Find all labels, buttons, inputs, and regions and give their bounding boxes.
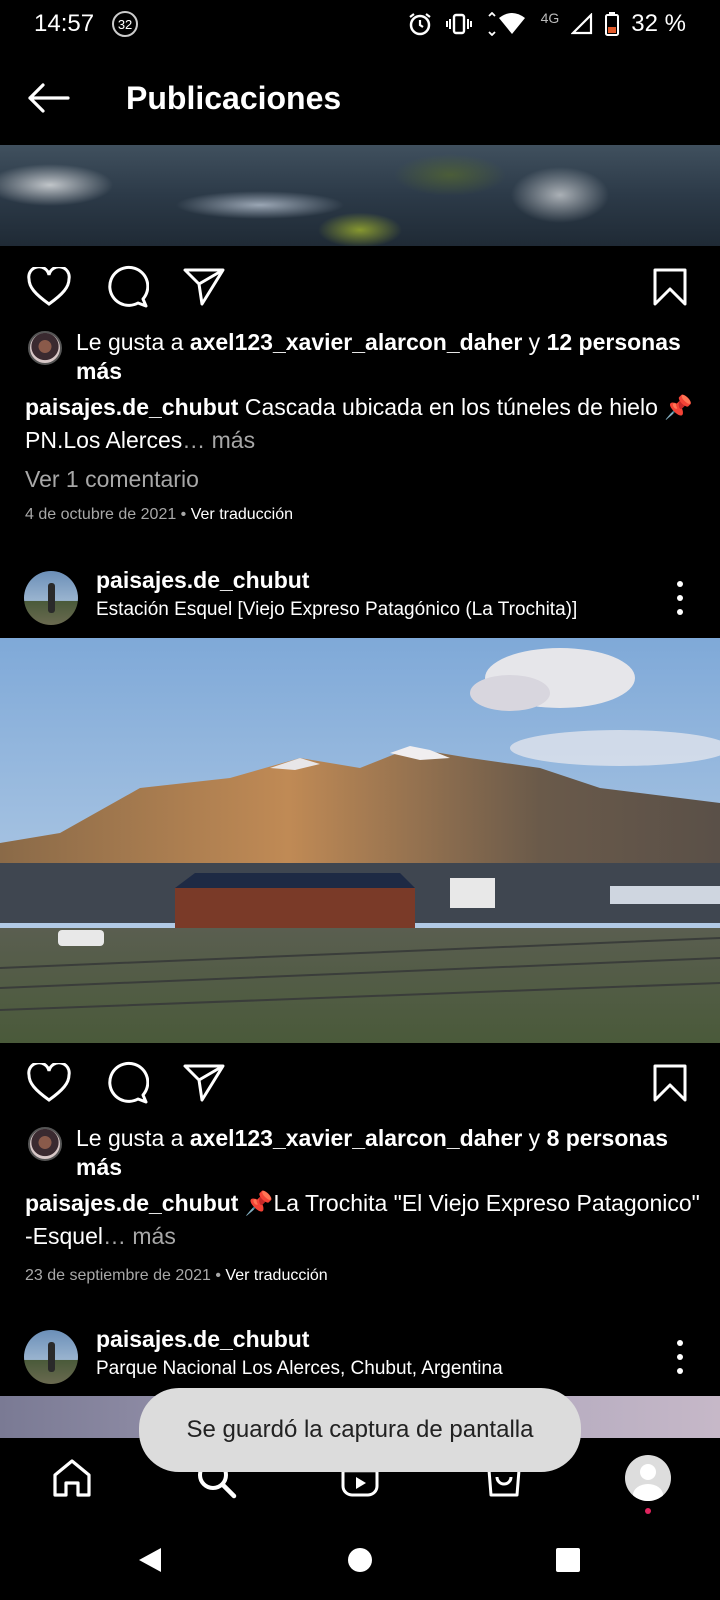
- square-recents-icon: [556, 1548, 580, 1572]
- send-icon: [183, 268, 225, 306]
- post1-likes[interactable]: Le gusta a axel123_xavier_alarcon_daher …: [28, 328, 698, 386]
- comment-bubble-icon: [108, 1061, 149, 1104]
- translate-link[interactable]: Ver traducción: [191, 506, 293, 523]
- like-button[interactable]: [27, 1061, 71, 1105]
- caption-username[interactable]: paisajes.de_chubut: [25, 1190, 238, 1216]
- screenshot-saved-toast: Se guardó la captura de pantalla: [139, 1388, 581, 1472]
- caption-more-link[interactable]: … más: [182, 427, 255, 453]
- battery-percent: 32 %: [631, 10, 686, 37]
- share-button[interactable]: [182, 1061, 226, 1105]
- profile-avatar-icon: [625, 1455, 671, 1501]
- system-recents-button[interactable]: [548, 1540, 588, 1580]
- wifi-icon: [485, 12, 529, 36]
- save-button[interactable]: [648, 265, 692, 309]
- vibrate-icon: [445, 12, 473, 36]
- post2-likes[interactable]: Le gusta a axel123_xavier_alarcon_daher …: [28, 1124, 698, 1182]
- view-comments-link[interactable]: Ver 1 comentario: [25, 466, 199, 493]
- bookmark-icon: [653, 268, 687, 306]
- system-back-button[interactable]: [130, 1540, 170, 1580]
- network-type: 4G: [540, 10, 560, 26]
- liker-username[interactable]: axel123_xavier_alarcon_daher: [190, 329, 522, 355]
- post-date: 23 de septiembre de 2021: [25, 1267, 211, 1284]
- app-header: Publicaciones: [0, 58, 720, 138]
- heart-icon: [27, 267, 71, 306]
- post-username[interactable]: paisajes.de_chubut: [96, 1326, 309, 1353]
- more-options-button[interactable]: [674, 581, 686, 615]
- post-image-esquel-station[interactable]: [0, 638, 720, 1043]
- comment-button[interactable]: [105, 1061, 149, 1105]
- post2-actions: [0, 1055, 720, 1111]
- likes-mid: y: [522, 329, 547, 355]
- separator: •: [176, 506, 191, 523]
- heart-icon: [27, 1063, 71, 1102]
- post1-actions: [0, 259, 720, 315]
- liker-avatar: [28, 1127, 62, 1161]
- post-location[interactable]: Parque Nacional Los Alerces, Chubut, Arg…: [96, 1358, 503, 1380]
- bookmark-icon: [653, 1064, 687, 1102]
- send-icon: [183, 1064, 225, 1102]
- home-icon: [53, 1459, 91, 1497]
- page-title: Publicaciones: [126, 79, 342, 116]
- post1-caption: paisajes.de_chubut Cascada ubicada en lo…: [25, 391, 705, 457]
- likes-mid: y: [522, 1125, 547, 1151]
- notification-count-badge: 32: [112, 11, 139, 37]
- liker-avatar: [28, 331, 62, 365]
- comment-button[interactable]: [105, 265, 149, 309]
- circle-home-icon: [348, 1548, 372, 1572]
- post2-caption: paisajes.de_chubut 📌La Trochita "El Viej…: [25, 1187, 705, 1253]
- likes-prefix: Le gusta a: [76, 1125, 190, 1151]
- profile-avatar[interactable]: [24, 571, 78, 625]
- profile-avatar[interactable]: [24, 1330, 78, 1384]
- separator: •: [210, 1267, 226, 1284]
- post-date: 4 de octubre de 2021: [25, 506, 177, 523]
- translate-link[interactable]: Ver traducción: [225, 1267, 327, 1284]
- status-icons: 4G 32 %: [407, 10, 686, 38]
- nav-home[interactable]: [46, 1452, 98, 1504]
- post2-date-row: 23 de septiembre de 2021 • Ver traducció…: [25, 1267, 328, 1285]
- post1-date-row: 4 de octubre de 2021 • Ver traducción: [25, 506, 293, 524]
- liker-username[interactable]: axel123_xavier_alarcon_daher: [190, 1125, 522, 1151]
- status-time: 14:57: [34, 10, 95, 37]
- battery-icon: [605, 12, 620, 36]
- nav-profile[interactable]: [622, 1452, 674, 1504]
- share-button[interactable]: [182, 265, 226, 309]
- system-home-button[interactable]: [340, 1540, 380, 1580]
- caption-more-link[interactable]: … más: [103, 1223, 176, 1249]
- comment-bubble-icon: [108, 265, 149, 308]
- like-button[interactable]: [27, 265, 71, 309]
- caption-username[interactable]: paisajes.de_chubut: [25, 394, 238, 420]
- arrow-left-icon: [28, 83, 70, 113]
- system-navigation-bar: [0, 1520, 720, 1600]
- triangle-back-icon: [139, 1548, 161, 1572]
- post-image-waterfall[interactable]: [0, 145, 720, 246]
- post2-header: paisajes.de_chubut Estación Esquel [Viej…: [0, 563, 720, 633]
- back-button[interactable]: [0, 58, 96, 138]
- post3-header: paisajes.de_chubut Parque Nacional Los A…: [0, 1322, 720, 1392]
- likes-prefix: Le gusta a: [76, 329, 190, 355]
- status-bar: 14:57 32 4G 32 %: [0, 0, 720, 48]
- notification-dot: [645, 1508, 651, 1514]
- alarm-icon: [407, 11, 433, 37]
- save-button[interactable]: [648, 1061, 692, 1105]
- post-location[interactable]: Estación Esquel [Viejo Expreso Patagónic…: [96, 599, 577, 621]
- signal-icon: [571, 13, 593, 35]
- more-options-button[interactable]: [674, 1340, 686, 1374]
- post-username[interactable]: paisajes.de_chubut: [96, 567, 309, 594]
